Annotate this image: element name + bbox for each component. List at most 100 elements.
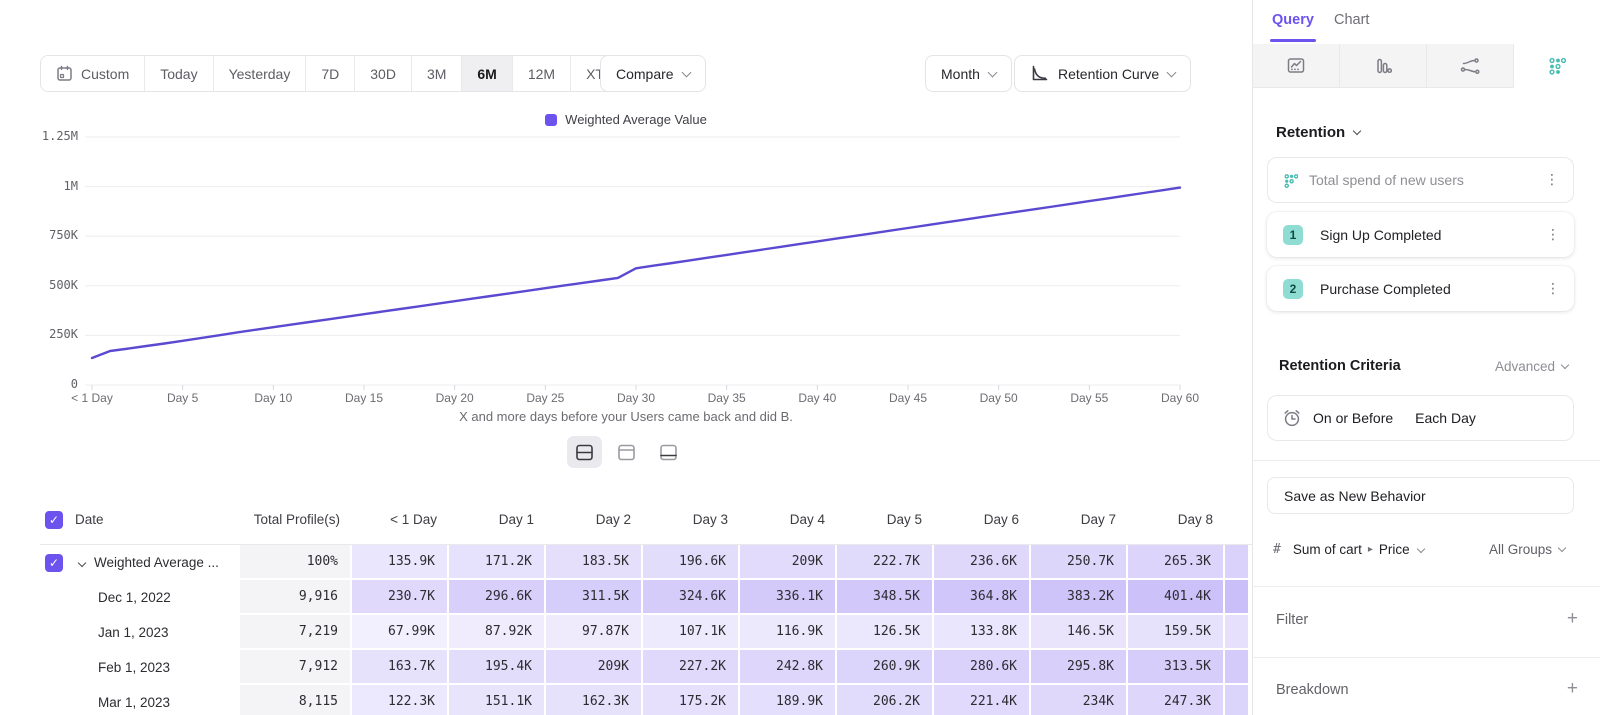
column-header[interactable]: Day 2 [546, 512, 643, 527]
column-header[interactable]: Day 3 [643, 512, 740, 527]
retention-value-cell[interactable]: 162.3K [546, 685, 643, 715]
retention-value-cell[interactable]: 234K [1031, 685, 1128, 715]
report-section-title[interactable]: Retention [1276, 124, 1360, 141]
retention-value-cell[interactable]: 348.5K [837, 580, 934, 615]
column-header[interactable]: ✓Date [40, 511, 240, 529]
retention-value-cell[interactable]: 296.6K [449, 580, 546, 615]
tab-query[interactable]: Query [1272, 12, 1314, 28]
retention-value-cell[interactable]: 227.2K [643, 650, 740, 685]
range-6m[interactable]: 6M [461, 56, 511, 91]
chart-view-button[interactable] [609, 436, 644, 468]
chart-legend[interactable]: Weighted Average Value [0, 112, 1252, 127]
column-header[interactable]: < 1 Day [352, 512, 449, 527]
kebab-menu-icon[interactable]: ⋮ [1546, 227, 1560, 243]
step-card-1[interactable]: 1 Sign Up Completed ⋮ [1267, 212, 1574, 257]
row-label-cell[interactable]: Dec 1, 2022 [40, 580, 240, 615]
column-header[interactable]: Total Profile(s) [240, 512, 352, 527]
retention-value-cell[interactable]: 209K [740, 545, 837, 580]
granularity-select[interactable]: Month [925, 55, 1012, 92]
range-custom[interactable]: Custom [41, 56, 144, 91]
retention-value-cell[interactable]: 364.8K [934, 580, 1031, 615]
tab-flows[interactable] [1427, 44, 1514, 88]
compare-button[interactable]: Compare [600, 55, 706, 92]
retention-value-cell[interactable]: 87.92K [449, 615, 546, 650]
retention-value-cell[interactable]: 383.2K [1031, 580, 1128, 615]
retention-value-cell[interactable]: 133.8K [934, 615, 1031, 650]
measure-label[interactable]: Sum of cart [1293, 542, 1362, 557]
step-card-2[interactable]: 2 Purchase Completed ⋮ [1267, 266, 1574, 311]
behavior-card[interactable]: Total spend of new users ⋮ [1267, 157, 1574, 203]
row-label-cell[interactable]: Mar 1, 2023 [40, 685, 240, 715]
group-scope-select[interactable]: All Groups [1489, 542, 1565, 557]
measure-property[interactable]: Price [1379, 542, 1410, 557]
retention-value-cell[interactable]: 222.7K [837, 545, 934, 580]
retention-value-cell[interactable]: 401.4K [1128, 580, 1225, 615]
save-as-new-behavior-button[interactable]: Save as New Behavior [1267, 477, 1574, 514]
select-all-checkbox[interactable]: ✓ [45, 511, 63, 529]
retention-value-cell[interactable]: 196.6K [643, 545, 740, 580]
tab-retention[interactable] [1514, 44, 1600, 88]
retention-value-cell[interactable]: 265.3K [1128, 545, 1225, 580]
retention-value-cell[interactable]: 195.4K [449, 650, 546, 685]
retention-value-cell[interactable]: 247.3K [1128, 685, 1225, 715]
retention-value-cell[interactable]: 260.9K [837, 650, 934, 685]
retention-value-cell[interactable]: 206.2K [837, 685, 934, 715]
kebab-menu-icon[interactable]: ⋮ [1545, 172, 1559, 188]
row-label-cell[interactable]: Feb 1, 2023 [40, 650, 240, 685]
retention-value-cell[interactable]: 126.5K [837, 615, 934, 650]
add-filter-button[interactable]: + [1567, 610, 1578, 628]
row-label-cell[interactable]: ✓Weighted Average ... [40, 545, 240, 580]
criteria-window[interactable]: Each Day [1415, 410, 1476, 426]
retention-value-cell[interactable]: 230.7K [352, 580, 449, 615]
retention-value-cell[interactable]: 122.3K [352, 685, 449, 715]
column-header[interactable]: Day 6 [934, 512, 1031, 527]
range-yesterday[interactable]: Yesterday [213, 56, 306, 91]
retention-value-cell[interactable]: 151.1K [449, 685, 546, 715]
range-30d[interactable]: 30D [354, 56, 411, 91]
table-view-button[interactable] [651, 436, 686, 468]
split-view-button[interactable] [567, 436, 602, 468]
retention-value-cell[interactable]: 189.9K [740, 685, 837, 715]
add-breakdown-button[interactable]: + [1567, 680, 1578, 698]
column-header[interactable]: Day 8 [1128, 512, 1225, 527]
retention-value-cell[interactable]: 236.6K [934, 545, 1031, 580]
retention-value-cell[interactable]: 280.6K [934, 650, 1031, 685]
column-header[interactable]: Day 4 [740, 512, 837, 527]
kebab-menu-icon[interactable]: ⋮ [1546, 281, 1560, 297]
range-3m[interactable]: 3M [411, 56, 461, 91]
tab-insights[interactable] [1253, 44, 1340, 88]
retention-value-cell[interactable]: 146.5K [1031, 615, 1128, 650]
tab-funnels[interactable] [1340, 44, 1427, 88]
retention-value-cell[interactable]: 183.5K [546, 545, 643, 580]
column-header[interactable]: Day 5 [837, 512, 934, 527]
retention-value-cell[interactable]: 163.7K [352, 650, 449, 685]
retention-value-cell[interactable]: 175.2K [643, 685, 740, 715]
retention-value-cell[interactable]: 135.9K [352, 545, 449, 580]
retention-value-cell[interactable]: 221.4K [934, 685, 1031, 715]
criteria-timing-card[interactable]: On or Before Each Day [1267, 395, 1574, 441]
chart-type-select[interactable]: Retention Curve [1014, 55, 1191, 92]
retention-value-cell[interactable]: 250.7K [1031, 545, 1128, 580]
retention-value-cell[interactable]: 242.8K [740, 650, 837, 685]
retention-value-cell[interactable]: 97.87K [546, 615, 643, 650]
retention-value-cell[interactable]: 336.1K [740, 580, 837, 615]
retention-value-cell[interactable]: 159.5K [1128, 615, 1225, 650]
retention-value-cell[interactable]: 295.8K [1031, 650, 1128, 685]
row-checkbox[interactable]: ✓ [45, 554, 63, 572]
retention-value-cell[interactable]: 209K [546, 650, 643, 685]
expand-chevron-icon[interactable] [78, 558, 86, 566]
retention-value-cell[interactable]: 313.5K [1128, 650, 1225, 685]
criteria-mode-select[interactable]: Advanced [1495, 359, 1568, 374]
column-header[interactable]: Day 1 [449, 512, 546, 527]
retention-value-cell[interactable]: 67.99K [352, 615, 449, 650]
row-label-cell[interactable]: Jan 1, 2023 [40, 615, 240, 650]
column-header[interactable]: Day 7 [1031, 512, 1128, 527]
range-7d[interactable]: 7D [305, 56, 354, 91]
range-12m[interactable]: 12M [512, 56, 570, 91]
retention-value-cell[interactable]: 107.1K [643, 615, 740, 650]
retention-value-cell[interactable]: 116.9K [740, 615, 837, 650]
tab-chart[interactable]: Chart [1334, 12, 1369, 28]
retention-value-cell[interactable]: 171.2K [449, 545, 546, 580]
range-today[interactable]: Today [144, 56, 212, 91]
retention-value-cell[interactable]: 311.5K [546, 580, 643, 615]
